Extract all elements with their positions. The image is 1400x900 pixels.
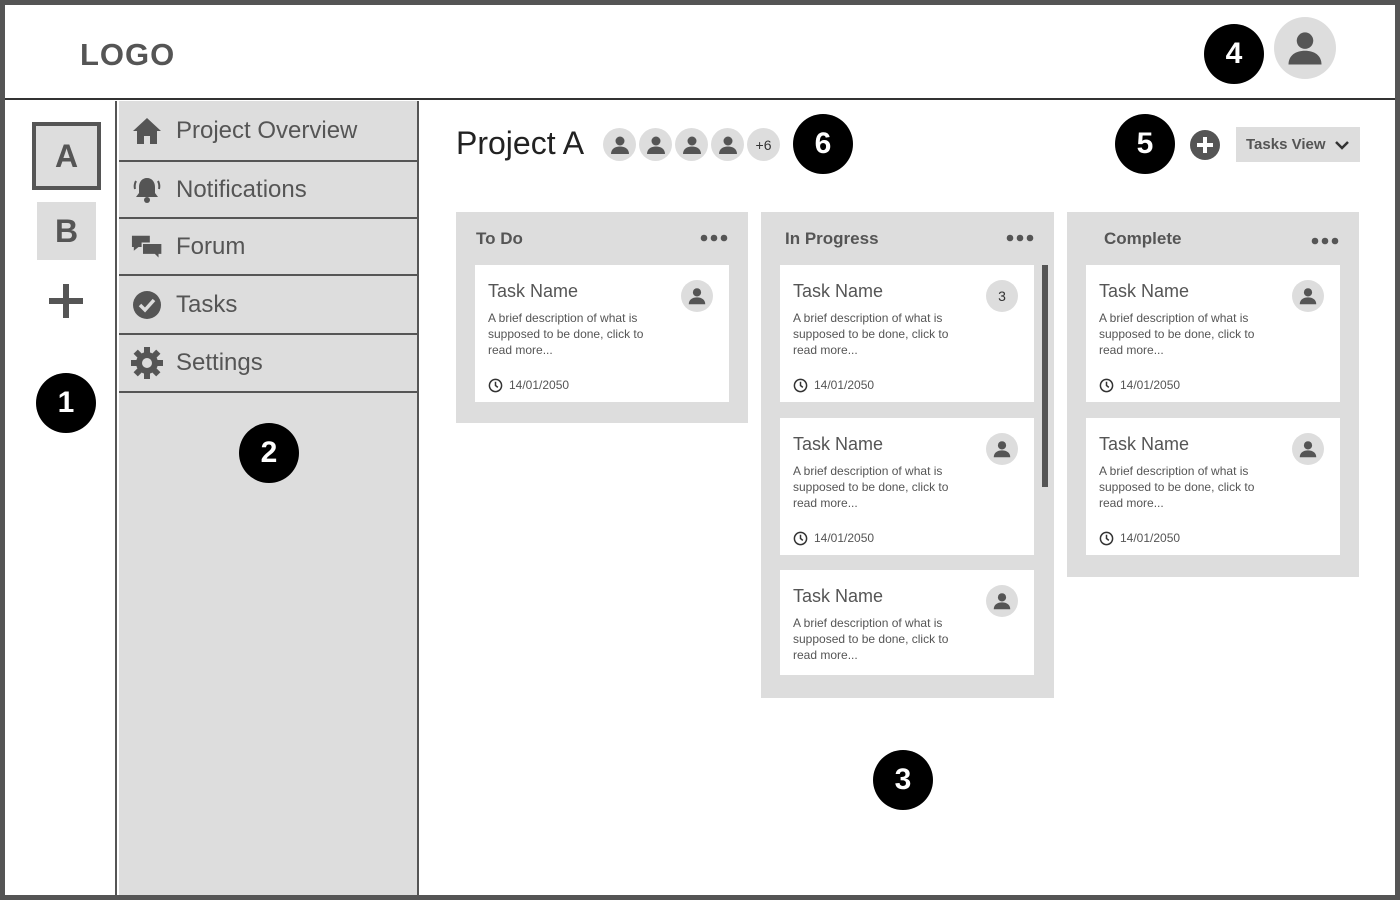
gear-icon	[131, 347, 163, 379]
project-rail: A B	[5, 101, 117, 895]
column-title: In Progress	[785, 229, 879, 248]
member-avatar[interactable]	[639, 128, 672, 161]
user-icon	[718, 136, 737, 154]
clock-icon	[1099, 531, 1114, 546]
nav-label: Settings	[176, 349, 263, 376]
task-description: A brief description of what is supposed …	[488, 311, 644, 357]
task-due-date: 14/01/2050	[1120, 378, 1181, 392]
task-name: Task Name	[793, 434, 884, 454]
task-name: Task Name	[1099, 434, 1190, 454]
task-card[interactable]: Task Name A brief description of what is…	[1086, 418, 1340, 555]
task-description: A brief description of what is supposed …	[793, 616, 949, 662]
task-name: Task Name	[793, 281, 884, 301]
user-icon	[993, 441, 1011, 458]
task-card[interactable]: Task Name A brief description of what is…	[780, 265, 1034, 402]
column-to-do: To Do Task Name A brief description of w…	[456, 212, 748, 423]
user-icon	[610, 136, 629, 154]
task-due-date: 14/01/2050	[814, 531, 875, 545]
bell-icon	[131, 174, 163, 206]
task-assignee-avatar[interactable]	[681, 280, 713, 312]
nav-item-forum[interactable]: Forum	[119, 219, 419, 276]
nav-item-tasks[interactable]: Tasks	[119, 276, 419, 335]
nav-item-notifications[interactable]: Notifications	[119, 162, 419, 219]
check-circle-icon	[131, 289, 163, 321]
task-card[interactable]: Task Name A brief description of what is…	[780, 570, 1034, 675]
task-card[interactable]: Task Name A brief description of what is…	[1086, 265, 1340, 402]
more-options-icon[interactable]	[700, 234, 728, 242]
project-a-button[interactable]: A	[32, 122, 101, 190]
column-complete: Complete Task Name A brief description o…	[1067, 212, 1359, 577]
clock-icon	[793, 531, 808, 546]
member-avatar[interactable]	[711, 128, 744, 161]
column-scrollbar[interactable]	[1042, 265, 1048, 487]
project-title: Project A	[456, 125, 585, 161]
task-description: A brief description of what is supposed …	[793, 311, 949, 357]
add-project-icon[interactable]	[49, 284, 83, 318]
column-title: To Do	[476, 229, 523, 248]
more-members-badge[interactable]: +6	[747, 128, 780, 161]
task-name: Task Name	[1099, 281, 1190, 301]
nav-label: Notifications	[176, 175, 307, 203]
more-options-icon[interactable]	[1311, 237, 1339, 245]
column-title: Complete	[1104, 229, 1182, 248]
annotation-marker-1: 1	[36, 373, 96, 433]
task-due-date: 14/01/2050	[1120, 531, 1181, 545]
top-header: LOGO	[5, 5, 1395, 100]
column-in-progress: In Progress Task Name A brief descriptio…	[761, 212, 1054, 698]
nav-item-project-overview[interactable]: Project Overview	[119, 101, 419, 162]
task-name: Task Name	[488, 281, 579, 301]
annotation-marker-6: 6	[793, 114, 853, 174]
project-nav-panel: Project Overview Notifications Forum Tas…	[119, 101, 419, 895]
user-icon	[688, 288, 706, 305]
task-name: Task Name	[793, 586, 884, 606]
task-assignee-avatar[interactable]	[986, 585, 1018, 617]
user-icon	[646, 136, 665, 154]
task-due-date: 14/01/2050	[814, 378, 875, 392]
clock-icon	[793, 378, 808, 393]
home-icon	[131, 115, 163, 147]
user-icon	[993, 593, 1011, 610]
nav-label: Forum	[176, 232, 246, 260]
member-avatar[interactable]	[603, 128, 636, 161]
add-task-button[interactable]	[1190, 130, 1220, 160]
project-b-button[interactable]: B	[37, 202, 96, 260]
annotation-marker-3: 3	[873, 750, 933, 810]
nav-label: Tasks	[176, 290, 238, 318]
task-assignee-avatar[interactable]	[1292, 280, 1324, 312]
task-card[interactable]: Task Name A brief description of what is…	[780, 418, 1034, 555]
user-avatar[interactable]	[1274, 17, 1336, 79]
task-assignee-avatar[interactable]	[1292, 433, 1324, 465]
task-card[interactable]: Task Name A brief description of what is…	[475, 265, 729, 402]
task-count-badge[interactable]: 3	[986, 280, 1018, 312]
more-options-icon[interactable]	[1006, 234, 1034, 242]
user-icon	[1299, 441, 1317, 458]
chevron-down-icon	[1334, 140, 1349, 150]
task-description: A brief description of what is supposed …	[793, 464, 949, 510]
user-icon	[682, 136, 701, 154]
task-description: A brief description of what is supposed …	[1099, 311, 1255, 357]
user-icon	[1288, 32, 1322, 65]
nav-label: Project Overview	[176, 116, 358, 144]
annotation-marker-2: 2	[239, 423, 299, 483]
logo[interactable]: LOGO	[80, 37, 175, 73]
user-icon	[1299, 288, 1317, 305]
view-select-dropdown[interactable]: Tasks View	[1236, 127, 1360, 162]
clock-icon	[1099, 378, 1114, 393]
clock-icon	[488, 378, 503, 393]
member-avatar[interactable]	[675, 128, 708, 161]
annotation-marker-4: 4	[1204, 24, 1264, 84]
task-due-date: 14/01/2050	[509, 378, 570, 392]
nav-item-settings[interactable]: Settings	[119, 335, 419, 393]
task-assignee-avatar[interactable]	[986, 433, 1018, 465]
chat-icon	[131, 231, 163, 263]
plus-icon	[1197, 137, 1213, 153]
annotation-marker-5: 5	[1115, 114, 1175, 174]
task-description: A brief description of what is supposed …	[1099, 464, 1255, 510]
view-select-label: Tasks View	[1246, 136, 1326, 153]
